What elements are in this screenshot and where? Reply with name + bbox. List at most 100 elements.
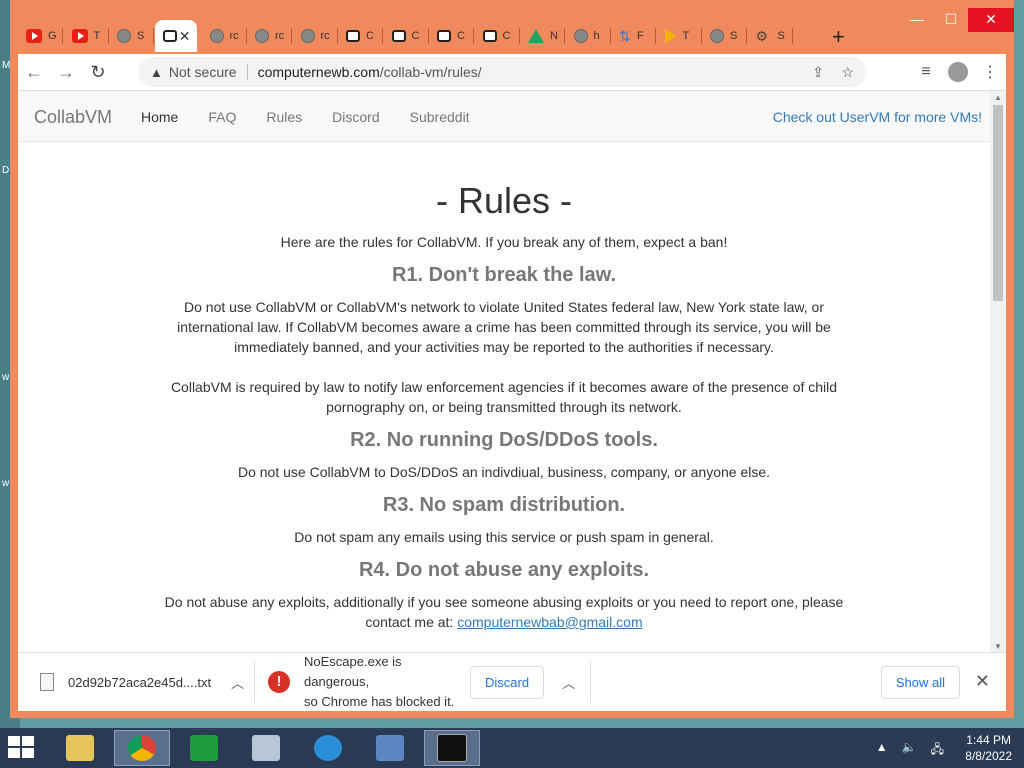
globe-icon: [300, 29, 315, 43]
browser-tab[interactable]: S: [702, 20, 747, 52]
chrome-icon[interactable]: [114, 730, 170, 766]
avatar: [948, 62, 968, 82]
collabvm-icon: [162, 30, 177, 42]
collabvm-icon: [346, 30, 360, 42]
browser-tab[interactable]: rc: [293, 20, 338, 52]
back-icon[interactable]: ←: [18, 56, 50, 88]
chevron-up-icon[interactable]: ︿: [231, 673, 244, 692]
site-brand[interactable]: CollabVM: [34, 107, 112, 128]
close-icon[interactable]: ✕: [975, 671, 990, 692]
tab-strip: G T S ✕ rc rc rc C C C C Nh ⇅ F T S ⚙ S: [18, 18, 884, 54]
show-all-button[interactable]: Show all: [880, 666, 960, 699]
browser-tab[interactable]: S: [109, 20, 154, 52]
rule-heading: R2. No running DoS/DDoS tools.: [350, 429, 658, 451]
rule-text: Do not spam any emails using this servic…: [294, 529, 714, 545]
warning-icon[interactable]: ▲: [150, 65, 163, 80]
page-scrollbar[interactable]: ▲ ▼: [990, 91, 1006, 653]
rule-heading: R3. No spam distribution.: [382, 494, 626, 516]
forward-icon[interactable]: →: [50, 56, 82, 88]
address-bar[interactable]: ▲ Not secure computernewb.com/collab-vm/…: [138, 57, 866, 87]
show-hidden-icons-icon[interactable]: ▲: [876, 740, 888, 761]
start-button[interactable]: [8, 736, 36, 760]
browser-tab[interactable]: h: [566, 20, 611, 52]
tab-title: rc: [275, 30, 285, 42]
toolbar-right: ≡ ⋮: [910, 56, 1006, 88]
minimize-button[interactable]: —: [900, 8, 934, 32]
nav-subreddit[interactable]: Subreddit: [410, 109, 470, 125]
close-window-button[interactable]: ✕: [968, 8, 1014, 32]
system-tray: ▲ 🔈 🖧: [876, 740, 944, 761]
tab-title: rc: [320, 30, 330, 42]
browser-tab[interactable]: rc: [202, 20, 247, 52]
discard-button[interactable]: Discard: [470, 665, 545, 699]
youtube-icon: [71, 29, 88, 43]
scroll-up-icon[interactable]: ▲: [994, 93, 1002, 102]
tab-title: F: [637, 30, 644, 42]
remote-desktop-icon[interactable]: [362, 730, 418, 766]
browser-tab[interactable]: N: [520, 20, 565, 52]
command-prompt-icon[interactable]: [424, 730, 480, 766]
maximize-button[interactable]: ☐: [934, 8, 968, 32]
share-icon[interactable]: ⇪: [812, 64, 824, 81]
browser-tab[interactable]: T: [657, 20, 702, 52]
menu-kebab-icon[interactable]: ⋮: [974, 56, 1006, 88]
nav-home[interactable]: Home: [141, 109, 178, 125]
browser-tab[interactable]: C: [429, 20, 474, 52]
browser-tab[interactable]: ⚙ S: [748, 20, 793, 52]
tab-title: C: [366, 30, 374, 42]
profile-avatar[interactable]: [942, 56, 974, 88]
play-icon: [664, 29, 677, 43]
security-label[interactable]: Not secure: [169, 64, 237, 80]
scroll-down-icon[interactable]: ▼: [994, 642, 1002, 651]
resource-monitor-icon[interactable]: [238, 730, 294, 766]
clock[interactable]: 1:44 PM 8/8/2022: [965, 732, 1012, 764]
browser-tab[interactable]: G: [18, 20, 63, 52]
tab-title: S: [730, 30, 738, 42]
globe-icon: [710, 29, 724, 43]
taskbar: ▲ 🔈 🖧 1:44 PM 8/8/2022: [0, 728, 1024, 768]
tab-title: S: [137, 30, 145, 42]
internet-explorer-icon[interactable]: [300, 730, 356, 766]
tab-title: T: [93, 30, 101, 42]
nav-faq[interactable]: FAQ: [208, 109, 236, 125]
rule-heading: R4. Do not abuse any exploits.: [358, 559, 650, 581]
download-item-txt[interactable]: 02d92b72aca2e45d....txt ︿: [40, 653, 244, 711]
close-tab-icon[interactable]: ✕: [179, 28, 191, 45]
rule-text: Do not abuse any exploits, additionally …: [164, 594, 844, 630]
tab-title: C: [457, 30, 465, 42]
tab-title: T: [682, 30, 690, 42]
globe-icon: [117, 29, 131, 43]
browser-tab[interactable]: C: [338, 20, 383, 52]
globe-icon: [255, 29, 269, 43]
scrollbar-thumb[interactable]: [993, 105, 1003, 301]
divider: [246, 64, 248, 80]
browser-tab[interactable]: ⇅ F: [611, 20, 656, 52]
network-icon[interactable]: 🖧: [931, 740, 944, 761]
chevron-up-icon[interactable]: ︿: [562, 673, 575, 692]
bookmark-star-icon[interactable]: ☆: [841, 64, 854, 81]
nav-discord[interactable]: Discord: [332, 109, 379, 125]
rule-text: CollabVM is required by law to notify la…: [170, 379, 838, 415]
uservm-link[interactable]: Check out UserVM for more VMs!: [773, 109, 982, 125]
browser-tab[interactable]: C: [384, 20, 429, 52]
media-control-icon[interactable]: ≡: [910, 56, 942, 88]
blocked-message: NoEscape.exe is dangerous, so Chrome has…: [304, 654, 455, 709]
gear-icon: ⚙: [755, 28, 769, 44]
arrow-icon: ⇅: [619, 28, 631, 44]
contact-email-link[interactable]: computernewbab@gmail.com: [457, 614, 642, 630]
browser-tab[interactable]: T: [64, 20, 109, 52]
volume-muted-icon[interactable]: 🔈: [902, 740, 917, 761]
download-filename[interactable]: 02d92b72aca2e45d....txt: [68, 675, 211, 690]
browser-tab[interactable]: ✕: [154, 20, 197, 52]
new-tab-button[interactable]: +: [832, 24, 845, 50]
url-text[interactable]: computernewb.com/collab-vm/rules/: [258, 64, 482, 80]
file-explorer-icon[interactable]: [52, 730, 108, 766]
site-nav: Home FAQ Rules Discord Subreddit: [141, 109, 500, 125]
site-navbar: CollabVM Home FAQ Rules Discord Subreddi…: [18, 91, 1006, 142]
browser-toolbar: ← → ↻ ▲ Not secure computernewb.com/coll…: [18, 54, 1006, 90]
browser-tab[interactable]: C: [475, 20, 520, 52]
reload-icon[interactable]: ↻: [82, 56, 114, 88]
browser-tab[interactable]: rc: [247, 20, 292, 52]
store-icon[interactable]: [176, 730, 232, 766]
nav-rules[interactable]: Rules: [266, 109, 302, 125]
